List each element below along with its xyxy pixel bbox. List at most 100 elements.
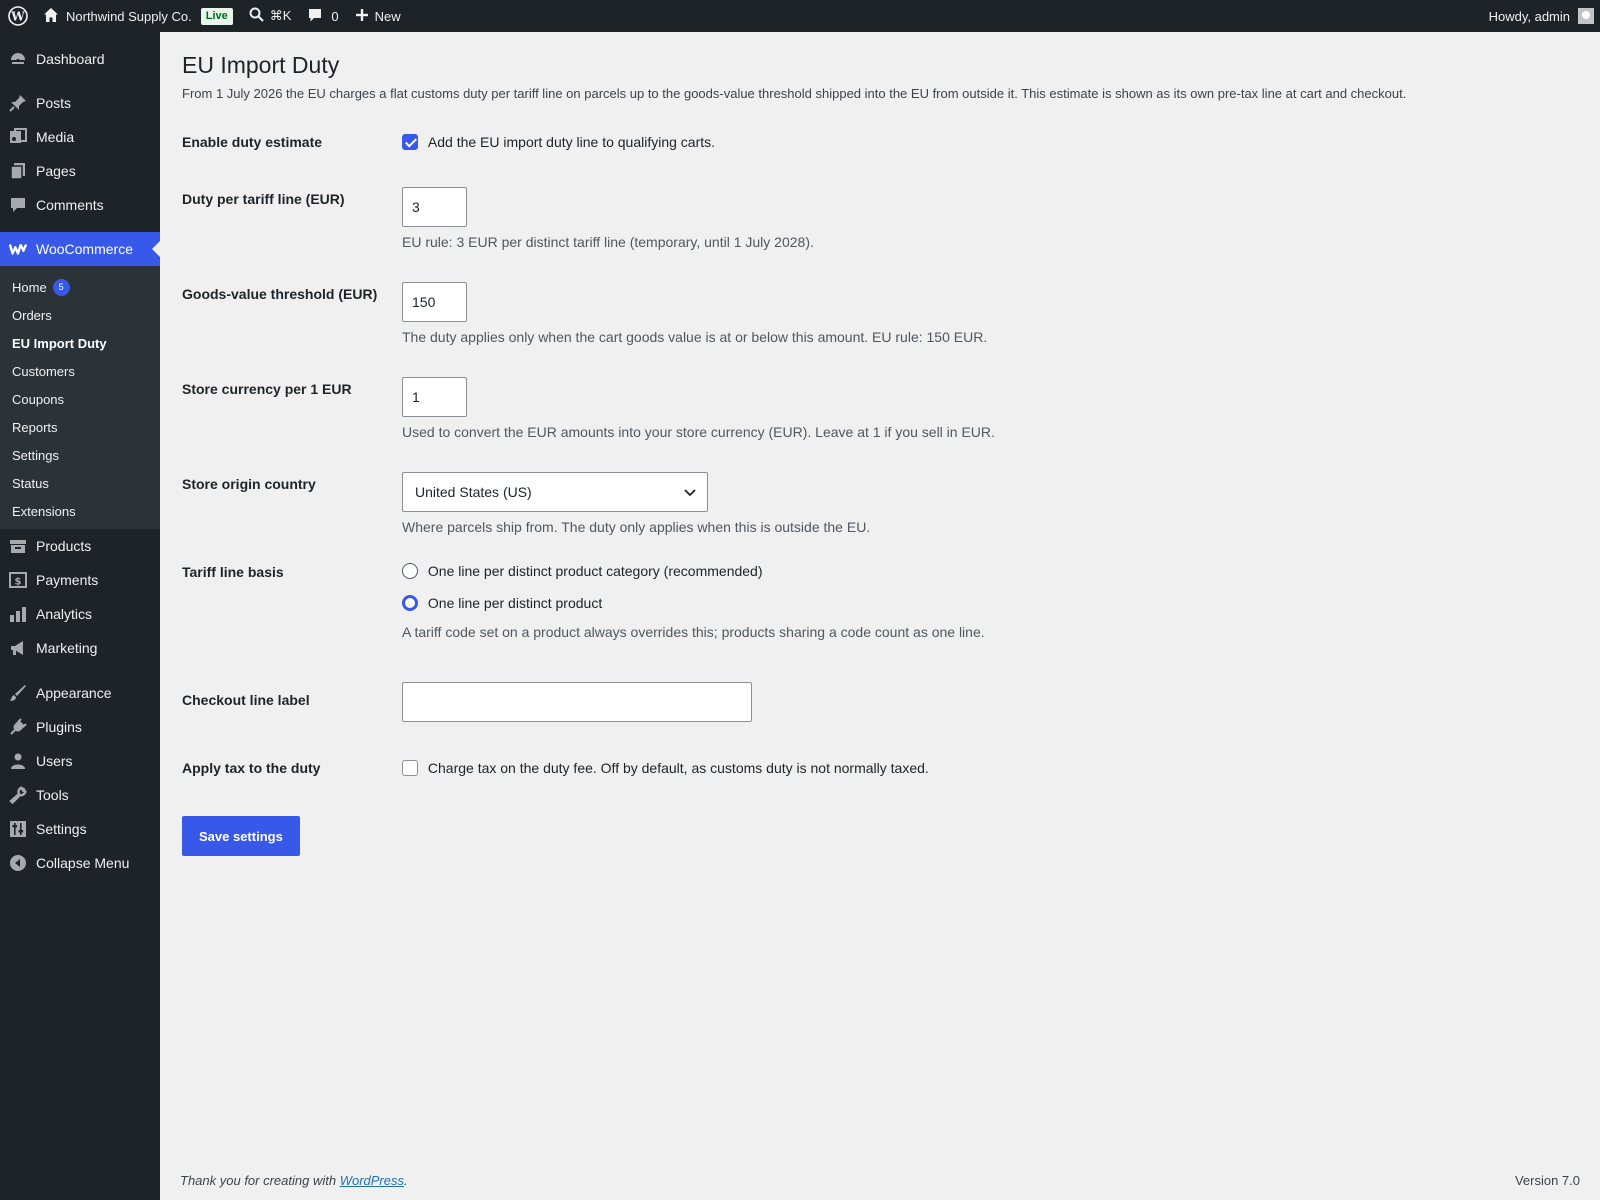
field-label: Apply tax to the duty — [182, 760, 321, 776]
submenu-item-settings[interactable]: Settings — [0, 441, 160, 469]
threshold-input[interactable]: 150 — [402, 282, 467, 322]
analytics-icon — [9, 605, 27, 623]
avatar — [1578, 8, 1594, 24]
menu-item-woocommerce[interactable]: WooCommerce — [0, 232, 160, 266]
woocommerce-submenu: Home 5 Orders EU Import Duty Customers C… — [0, 266, 160, 529]
selected-value: United States (US) — [415, 484, 532, 500]
menu-item-tools[interactable]: Tools — [0, 778, 160, 812]
field-label: Enable duty estimate — [182, 134, 323, 150]
wrench-icon — [9, 786, 27, 804]
origin-country-select[interactable]: United States (US) — [402, 472, 708, 512]
wordpress-link[interactable]: WordPress — [340, 1173, 404, 1188]
field-description: EU rule: 3 EUR per distinct tariff line … — [402, 234, 814, 250]
radio-option[interactable]: One line per distinct product — [402, 594, 985, 615]
menu-item-label: Marketing — [36, 640, 98, 656]
wordpress-logo-icon[interactable]: W — [0, 0, 35, 32]
submenu-item-coupons[interactable]: Coupons — [0, 385, 160, 413]
version-text: Version 7.0 — [1514, 1173, 1580, 1188]
menu-item-users[interactable]: Users — [0, 744, 160, 778]
menu-item-appearance[interactable]: Appearance — [0, 676, 160, 710]
field-label: Duty per tariff line (EUR) — [182, 191, 345, 207]
menu-item-label: Payments — [36, 572, 99, 588]
menu-item-label: Products — [36, 538, 92, 554]
menu-item-label: Media — [36, 129, 75, 145]
menu-item-label: Settings — [36, 821, 87, 837]
field-label: Store currency per 1 EUR — [182, 381, 352, 397]
woocommerce-icon — [9, 240, 27, 258]
main-content: EU Import Duty From 1 July 2026 the EU c… — [160, 32, 1600, 1200]
menu-item-pages[interactable]: Pages — [0, 154, 160, 188]
account-menu[interactable]: Howdy, admin — [1481, 0, 1600, 32]
products-icon — [9, 537, 27, 555]
admin-bar: W Northwind Supply Co. Live ⌘K 0 New How… — [0, 0, 1600, 32]
field-description: Where parcels ship from. The duty only a… — [402, 519, 871, 535]
site-name-link[interactable]: Northwind Supply Co. Live — [35, 0, 241, 32]
save-row: Save settings — [182, 816, 300, 856]
submenu-item-label: Home — [12, 279, 47, 295]
collapse-menu-button[interactable]: Collapse Menu — [0, 846, 160, 880]
field-label: Store origin country — [182, 476, 316, 492]
save-settings-button[interactable]: Save settings — [182, 816, 300, 856]
svg-text:W: W — [10, 10, 25, 24]
submenu-item-label: Extensions — [12, 503, 76, 519]
duty-per-line-input[interactable]: 3 — [402, 187, 467, 227]
menu-item-settings[interactable]: Settings — [0, 812, 160, 846]
site-name: Northwind Supply Co. — [66, 8, 192, 24]
submenu-item-extensions[interactable]: Extensions — [0, 497, 160, 525]
pages-icon — [9, 162, 27, 180]
submenu-item-label: Coupons — [12, 391, 65, 407]
submenu-item-label: Customers — [12, 363, 75, 379]
submenu-item-reports[interactable]: Reports — [0, 413, 160, 441]
search-shortcut: ⌘K — [269, 8, 292, 23]
currency-rate-input[interactable]: 1 — [402, 377, 467, 417]
field-label: Checkout line label — [182, 692, 310, 708]
checkbox-label: Add the EU import duty line to qualifyin… — [427, 134, 716, 151]
comments-count: 0 — [331, 8, 339, 24]
field-description: Used to convert the EUR amounts into you… — [402, 424, 995, 440]
menu-item-comments[interactable]: Comments — [0, 188, 160, 222]
footer-thanks-text: Thank you for creating with — [180, 1173, 340, 1188]
menu-item-label: Posts — [36, 95, 72, 111]
menu-item-media[interactable]: Media — [0, 120, 160, 154]
apply-tax-checkbox[interactable] — [402, 760, 418, 777]
live-badge: Live — [200, 7, 233, 25]
menu-item-label: Users — [36, 753, 73, 769]
menu-item-dashboard[interactable]: Dashboard — [0, 42, 160, 76]
footer: Thank you for creating with WordPress. V… — [180, 1173, 1580, 1188]
payments-icon: $ — [9, 571, 27, 589]
footer-thanks: Thank you for creating with WordPress. — [180, 1173, 408, 1188]
checkout-label-input[interactable] — [402, 682, 752, 722]
checkbox-label: Charge tax on the duty fee. Off by defau… — [427, 760, 929, 777]
settings-sliders-icon — [9, 820, 27, 838]
menu-item-posts[interactable]: Posts — [0, 86, 160, 120]
menu-item-label: Plugins — [36, 719, 82, 735]
tariff-basis-product-radio[interactable] — [402, 595, 418, 612]
enable-duty-checkbox[interactable] — [402, 134, 418, 151]
submenu-item-eu-import-duty[interactable]: EU Import Duty — [0, 329, 160, 357]
radio-option[interactable]: One line per distinct product category (… — [402, 562, 985, 583]
menu-item-products[interactable]: Products — [0, 529, 160, 563]
submenu-item-orders[interactable]: Orders — [0, 301, 160, 329]
megaphone-icon — [9, 639, 27, 657]
menu-item-payments[interactable]: $ Payments — [0, 563, 160, 597]
menu-item-analytics[interactable]: Analytics — [0, 597, 160, 631]
menu-item-label: Collapse Menu — [36, 855, 130, 871]
submenu-item-status[interactable]: Status — [0, 469, 160, 497]
menu-item-label: Pages — [36, 163, 76, 179]
submenu-item-home[interactable]: Home 5 — [0, 273, 160, 301]
submenu-item-customers[interactable]: Customers — [0, 357, 160, 385]
dashboard-icon — [9, 50, 27, 68]
menu-item-label: WooCommerce — [36, 241, 133, 257]
page-title: EU Import Duty — [182, 52, 340, 78]
new-content-button[interactable]: New — [347, 0, 409, 32]
plus-icon — [355, 8, 369, 25]
search-shortcut-button[interactable]: ⌘K — [241, 0, 300, 32]
tariff-basis-category-radio[interactable] — [402, 563, 418, 580]
menu-item-marketing[interactable]: Marketing — [0, 631, 160, 665]
admin-sidebar: Dashboard Posts Media Pages Comments Woo… — [0, 32, 160, 1200]
footer-thanks-suffix: . — [404, 1173, 408, 1188]
field-label: Goods-value threshold (EUR) — [182, 286, 378, 302]
submenu-item-label: Settings — [12, 447, 59, 463]
menu-item-plugins[interactable]: Plugins — [0, 710, 160, 744]
comments-link[interactable]: 0 — [299, 0, 346, 32]
